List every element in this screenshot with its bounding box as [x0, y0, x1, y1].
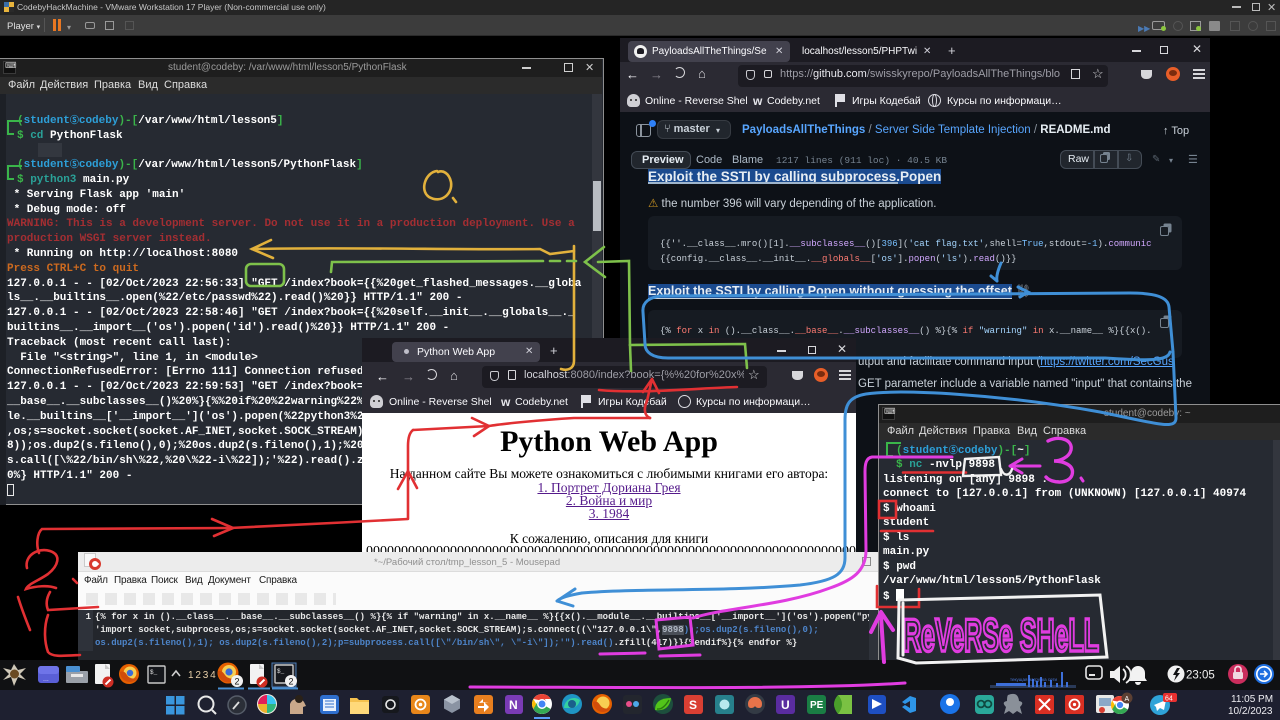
svg-text:ReVeRSe SHeLL: ReVeRSe SHeLL [903, 609, 1099, 661]
